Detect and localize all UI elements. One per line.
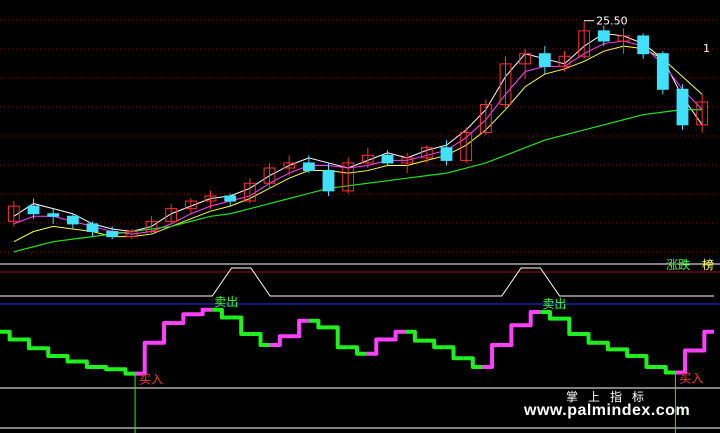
osc-segment: [19, 337, 39, 351]
osc-segment: [173, 312, 193, 325]
stock-chart-window: 25.50 1 买入 卖出 卖出 买入 涨跌 榜 掌上指标 www.palmindex.c…: [0, 0, 720, 433]
candle-down: [676, 88, 689, 126]
osc-segment: [57, 354, 78, 364]
candle-down: [322, 170, 335, 192]
osc-segment: [385, 329, 406, 342]
osc-segment: [250, 332, 271, 347]
candle-down: [224, 195, 237, 202]
candle-down: [440, 147, 453, 161]
ma-value-label: 1: [703, 42, 710, 55]
tab-rise-fall[interactable]: 涨跌: [666, 258, 690, 272]
osc-segment: [135, 340, 155, 376]
osc-segment: [463, 356, 483, 369]
candle-down: [66, 215, 79, 225]
osc-segment: [636, 354, 657, 369]
high-price-label: 25.50: [596, 15, 628, 28]
sell-signal-label: 卖出: [542, 297, 566, 311]
candle-down: [86, 223, 99, 233]
osc-segment: [443, 345, 464, 361]
buy-signal-label: 买入: [139, 373, 163, 387]
ma-line-4: [13, 108, 703, 253]
watermark-url: www.palmindex.com: [524, 402, 691, 419]
osc-segment: [656, 365, 676, 375]
osc-segment: [212, 307, 232, 320]
osc-segment: [578, 332, 599, 345]
osc-segment: [405, 329, 425, 343]
ma-line-3: [13, 40, 703, 235]
candle-down: [106, 231, 119, 238]
osc-segment: [270, 334, 290, 347]
osc-segment: [192, 307, 213, 317]
osc-segment: [308, 318, 329, 330]
osc-segment: [521, 310, 541, 328]
candle-down: [597, 30, 610, 42]
osc-segment: [366, 337, 386, 356]
candle-down: [27, 205, 40, 215]
tab-ranking[interactable]: 榜: [702, 258, 714, 272]
osc-segment: [598, 340, 618, 352]
candle-down: [538, 53, 551, 67]
osc-segment: [289, 318, 309, 339]
osc-segment: [675, 348, 695, 375]
osc-segment: [501, 323, 522, 347]
osc-segment: [154, 321, 174, 345]
candle-down: [381, 154, 394, 164]
osc-segment: [328, 325, 348, 350]
candle-down: [302, 162, 315, 172]
buy-signal-label: 买入: [679, 372, 703, 386]
ma-line-1: [13, 32, 703, 233]
panel-tabs: 涨跌 榜: [658, 256, 714, 273]
osc-segment: [115, 367, 136, 376]
sell-signal-label: 卖出: [214, 295, 238, 309]
ma-line-2: [13, 45, 703, 243]
osc-segment: [77, 359, 97, 369]
osc-segment: [482, 343, 502, 369]
osc-segment: [559, 316, 579, 336]
osc-segment: [617, 347, 637, 358]
chart-canvas[interactable]: 25.50 1 买入 卖出 卖出买入: [0, 0, 720, 433]
candle-down: [637, 35, 650, 55]
osc-segment: [231, 315, 251, 336]
osc-segment: [694, 329, 714, 353]
candle-down: [656, 53, 669, 90]
osc-segment: [424, 338, 444, 350]
osc-segment: [347, 345, 367, 356]
osc-segment: [96, 365, 116, 372]
candle-down: [47, 213, 60, 217]
osc-segment: [540, 310, 560, 321]
osc-segment: [0, 329, 20, 342]
osc-segment: [38, 346, 58, 358]
